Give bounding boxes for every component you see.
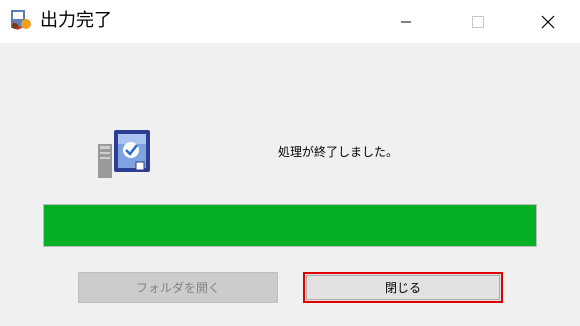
progress-fill: [44, 205, 536, 246]
completion-message: 処理が終了しました。: [278, 145, 399, 159]
open-folder-label: フォルダを開く: [135, 281, 220, 295]
maximize-button[interactable]: [455, 0, 501, 43]
minimize-icon: [401, 21, 411, 22]
close-button-label: 閉じる: [384, 281, 421, 295]
open-folder-button[interactable]: フォルダを開く: [78, 272, 278, 303]
close-window-button[interactable]: [525, 0, 571, 43]
close-icon: [541, 15, 555, 28]
close-button[interactable]: 閉じる: [303, 272, 503, 303]
title-bar: 出力完了: [0, 0, 580, 43]
window-title: 出力完了: [40, 10, 112, 31]
app-icon: [11, 10, 31, 30]
minimize-button[interactable]: [383, 0, 429, 43]
computer-check-icon: [98, 130, 150, 178]
progress-bar: [43, 204, 537, 247]
maximize-icon: [472, 15, 484, 28]
